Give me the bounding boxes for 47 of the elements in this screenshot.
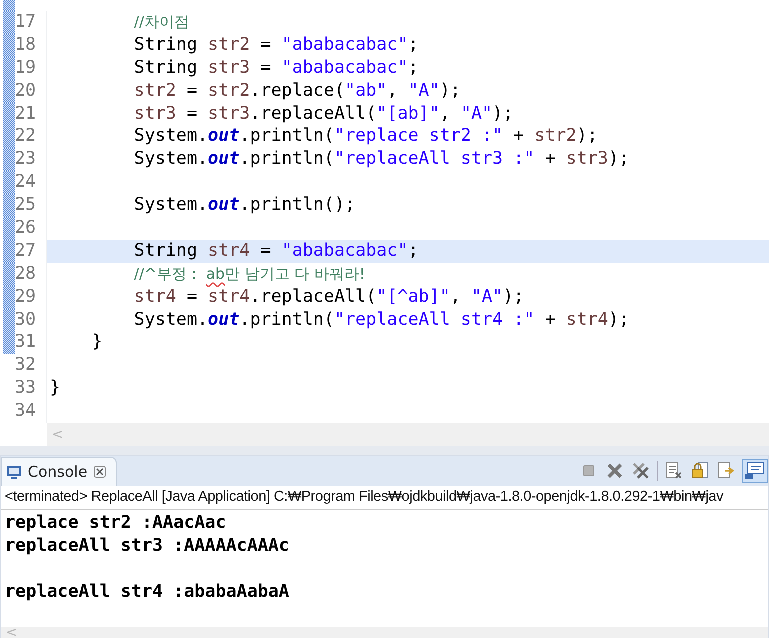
- line-number: 34: [15, 400, 47, 423]
- console-display-icon[interactable]: [742, 459, 768, 483]
- code-line: str4 = str4.replaceAll("[^ab]", "A");: [133, 286, 526, 309]
- close-icon[interactable]: [94, 466, 106, 478]
- code-line: String str3 = "ababacabac";: [133, 56, 420, 80]
- code-line: }: [91, 331, 104, 354]
- line-number: 24: [15, 171, 47, 194]
- code-line: }: [49, 377, 62, 400]
- code-line: String str2 = "ababacabac";: [133, 34, 420, 57]
- line-number: 28: [15, 262, 47, 286]
- line-number: 30: [15, 308, 47, 332]
- line-number: 21: [15, 102, 47, 126]
- line-number: 31: [15, 331, 47, 354]
- line-number: 18: [15, 34, 47, 57]
- document-arrow-icon[interactable]: [716, 461, 736, 481]
- line-number: 32: [15, 354, 47, 378]
- line-number: 17: [15, 11, 47, 34]
- code-line: //^부정 : ab만 남기고 다 바꿔라!: [133, 264, 366, 285]
- code-line: str2 = str2.replace("ab", "A");: [133, 80, 462, 103]
- code-line: System.out.println();: [133, 194, 357, 218]
- scroll-left-arrow[interactable]: <: [1, 625, 18, 638]
- code-line: //차이점: [133, 12, 190, 33]
- line-number: 26: [15, 217, 47, 240]
- line-number: 23: [15, 148, 47, 172]
- console-output-line: replace str2 :AAacAac: [5, 512, 228, 535]
- lock-icon[interactable]: [690, 461, 710, 481]
- horizontal-scrollbar[interactable]: <: [1, 627, 768, 638]
- code-line: str3 = str3.replaceAll("[ab]", "A");: [133, 102, 515, 126]
- code-line: System.out.println("replaceAll str3 :" + str3);: [133, 148, 631, 172]
- console-tab[interactable]: Console: [1, 457, 117, 486]
- console-output-line: replaceAll str4 :ababaAabaA: [5, 581, 290, 604]
- launch-info: <terminated> ReplaceAll [Java Application] C:₩Program Files₩ojdkbuild₩java-1.8.0-openjdk-1.8.0.292-1₩bin₩jav: [5, 489, 724, 505]
- remove-icon[interactable]: [605, 461, 625, 481]
- horizontal-scrollbar[interactable]: <: [47, 423, 769, 446]
- line-number: 29: [15, 286, 47, 309]
- console-output-line: replaceAll str3 :AAAAAcAAAc: [5, 535, 290, 558]
- clear-document-icon[interactable]: [664, 461, 684, 481]
- remove-all-icon[interactable]: [631, 461, 651, 481]
- line-number: 19: [15, 56, 47, 80]
- line-number: 33: [15, 377, 47, 400]
- line-number: 20: [15, 80, 47, 103]
- line-number: 25: [15, 194, 47, 218]
- monitor-icon: [6, 464, 22, 480]
- line-number: 22: [15, 125, 47, 148]
- code-line: System.out.println("replaceAll str4 :" + str4);: [133, 308, 631, 332]
- scroll-left-arrow[interactable]: <: [47, 426, 64, 442]
- code-line: System.out.println("replace str2 :" + str2);: [133, 125, 599, 148]
